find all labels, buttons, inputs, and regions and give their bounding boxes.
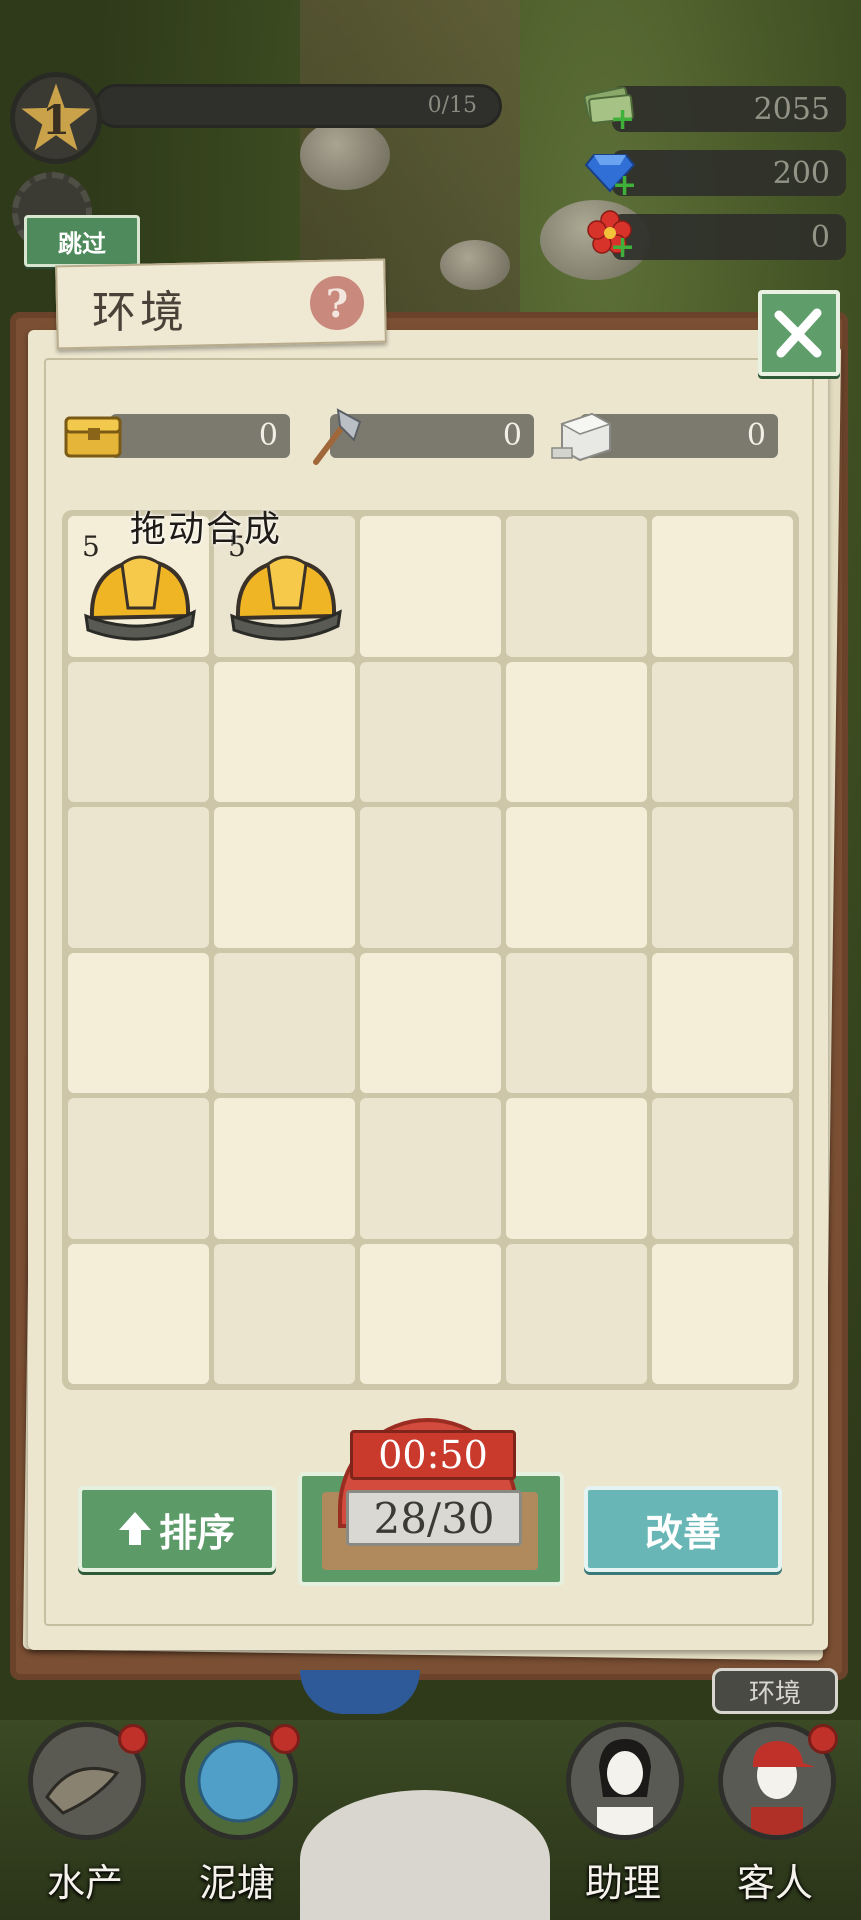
grid-cell[interactable] bbox=[68, 661, 209, 802]
drag-merge-hint: 拖动合成 bbox=[130, 509, 283, 550]
chest-resource-bar: 0 bbox=[110, 414, 290, 458]
plus-icon[interactable]: + bbox=[612, 168, 637, 203]
xp-progress-bar: 0/15 bbox=[94, 84, 502, 128]
grid-cell[interactable] bbox=[214, 661, 355, 802]
helmet-icon bbox=[230, 555, 342, 641]
grid-cell[interactable] bbox=[68, 1098, 209, 1239]
notification-badge bbox=[270, 1724, 300, 1754]
notification-badge bbox=[808, 1724, 838, 1754]
grid-cell[interactable] bbox=[652, 807, 793, 948]
level-number: 1 bbox=[42, 96, 70, 144]
grid-cell[interactable] bbox=[652, 1243, 793, 1384]
flower-value: 0 bbox=[810, 220, 830, 255]
cash-value: 2055 bbox=[753, 92, 830, 127]
grid-cell[interactable] bbox=[360, 807, 501, 948]
notification-badge bbox=[118, 1724, 148, 1754]
grid-cell[interactable] bbox=[360, 1243, 501, 1384]
improve-button[interactable]: 改善 bbox=[584, 1486, 782, 1572]
axe-value: 0 bbox=[502, 418, 522, 453]
nav-label: 水产 bbox=[46, 1861, 123, 1905]
panel-title: 环境 bbox=[92, 287, 188, 338]
assistant-avatar-icon bbox=[566, 1722, 684, 1840]
axe-icon bbox=[313, 408, 362, 465]
plus-icon[interactable]: + bbox=[610, 102, 635, 137]
cash-icon[interactable]: + bbox=[582, 80, 638, 137]
skip-button[interactable]: 跳过 bbox=[24, 215, 140, 267]
grid-cell[interactable] bbox=[652, 952, 793, 1093]
grid-cell[interactable] bbox=[68, 952, 209, 1093]
gem-counter: 200 bbox=[612, 150, 846, 196]
diamond-icon[interactable]: + bbox=[582, 146, 638, 203]
flower-icon[interactable]: + bbox=[582, 208, 638, 265]
grid-cell[interactable] bbox=[360, 952, 501, 1093]
grid-cell[interactable] bbox=[506, 1243, 647, 1384]
timer-display: 00:50 bbox=[350, 1430, 516, 1480]
grid-cell[interactable] bbox=[214, 952, 355, 1093]
grid-cell[interactable] bbox=[360, 661, 501, 802]
gem-value: 200 bbox=[772, 156, 830, 191]
stone-block-icon bbox=[551, 412, 612, 462]
chest-value: 0 bbox=[258, 418, 278, 453]
sort-label: 排序 bbox=[158, 1510, 235, 1555]
treasure-chest-icon bbox=[64, 416, 122, 458]
helmet-icon bbox=[84, 555, 196, 641]
grid-cell[interactable] bbox=[360, 516, 501, 657]
grid-cell[interactable] bbox=[506, 516, 647, 657]
grid-cell[interactable] bbox=[652, 661, 793, 802]
nav-label: 助理 bbox=[584, 1861, 661, 1905]
nav-center-rock bbox=[300, 1790, 550, 1920]
grid-cell[interactable] bbox=[506, 661, 647, 802]
close-icon bbox=[774, 308, 822, 358]
nav-label: 客人 bbox=[736, 1861, 813, 1905]
level-badge[interactable]: 1 bbox=[10, 72, 102, 164]
arrow-up-icon bbox=[118, 1512, 151, 1545]
merge-grid: 5 5 bbox=[62, 510, 799, 1390]
nav-item-pond[interactable]: 泥塘 bbox=[172, 1722, 302, 1912]
grid-cell[interactable] bbox=[68, 807, 209, 948]
xp-text: 0/15 bbox=[427, 93, 477, 118]
grid-cell[interactable] bbox=[506, 952, 647, 1093]
grid-cell[interactable] bbox=[214, 1098, 355, 1239]
capacity-display: 28/30 bbox=[346, 1490, 522, 1546]
stone-value: 0 bbox=[746, 418, 766, 453]
nav-item-aquatic[interactable]: 水产 bbox=[20, 1722, 150, 1912]
grid-cell[interactable] bbox=[652, 516, 793, 657]
grid-cell[interactable] bbox=[652, 1098, 793, 1239]
nav-label: 泥塘 bbox=[198, 1861, 275, 1905]
grid-cell[interactable] bbox=[506, 807, 647, 948]
star-icon: 1 bbox=[21, 83, 91, 151]
grid-cell[interactable] bbox=[360, 1098, 501, 1239]
flower-counter: 0 bbox=[612, 214, 846, 260]
plus-icon[interactable]: + bbox=[610, 230, 635, 265]
help-button[interactable]: ? bbox=[310, 276, 364, 330]
cash-counter: 2055 bbox=[612, 86, 846, 132]
grid-cell[interactable] bbox=[68, 1243, 209, 1384]
grid-cell[interactable] bbox=[214, 1243, 355, 1384]
nav-item-assistant[interactable]: 助理 bbox=[558, 1722, 688, 1912]
nav-item-guests[interactable]: 客人 bbox=[710, 1722, 840, 1912]
close-button[interactable] bbox=[758, 290, 840, 376]
environment-chip[interactable]: 环境 bbox=[712, 1668, 838, 1714]
sort-button[interactable]: 排序 bbox=[78, 1486, 276, 1572]
grid-cell[interactable] bbox=[506, 1098, 647, 1239]
grid-cell[interactable] bbox=[214, 807, 355, 948]
